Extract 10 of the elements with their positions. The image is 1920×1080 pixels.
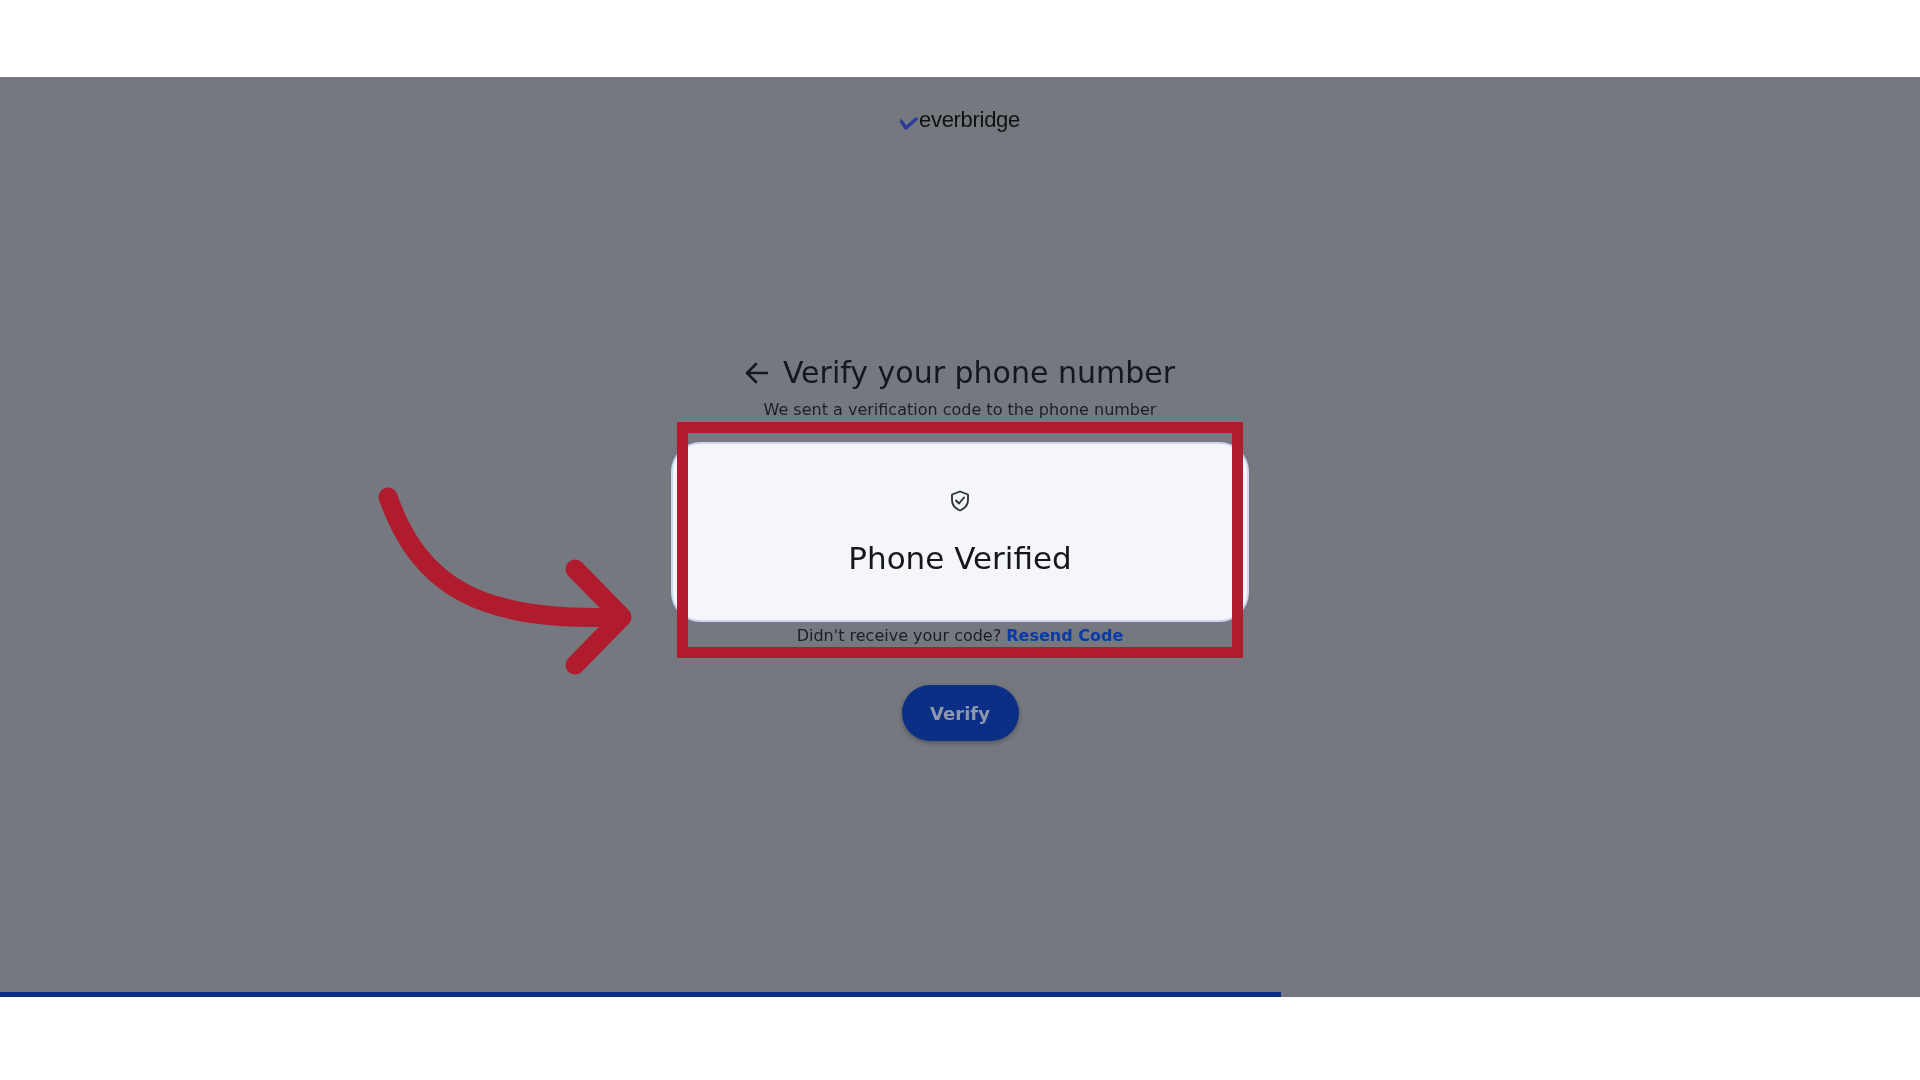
- check-mark-icon: [900, 117, 918, 133]
- verify-button[interactable]: Verify: [901, 685, 1019, 741]
- dialog-title: Phone Verified: [848, 540, 1072, 576]
- resend-code-link[interactable]: Resend Code: [1006, 626, 1124, 645]
- logo: everbridge: [919, 107, 1020, 133]
- shield-check-icon: [950, 490, 970, 512]
- page-title: Verify your phone number: [782, 355, 1176, 390]
- instruction-text: We sent a verification code to the phone number: [763, 400, 1157, 420]
- back-arrow-icon[interactable]: [744, 361, 769, 384]
- resend-prompt: Didn't receive your code?: [796, 626, 1002, 645]
